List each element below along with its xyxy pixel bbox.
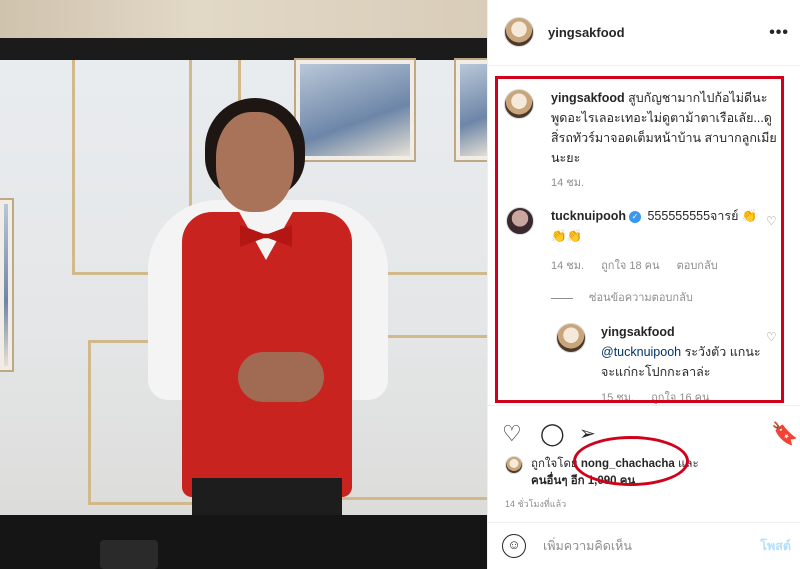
wall-picture — [456, 60, 487, 160]
wall-picture — [296, 60, 414, 160]
post-comment-button[interactable]: โพสต์ — [760, 536, 791, 556]
add-comment-bar: ☺ เพิ่มความคิดเห็น โพสต์ — [488, 522, 800, 569]
emoji-icon[interactable]: ☺ — [502, 534, 526, 558]
highlight-ellipse — [573, 436, 689, 486]
post-photo — [0, 0, 487, 569]
tv-bezel — [0, 38, 487, 60]
bookmark-icon[interactable]: 🔖 — [771, 421, 798, 447]
highlight-box — [495, 76, 784, 403]
remote-control — [100, 540, 158, 569]
tv-bottom-bezel — [0, 515, 487, 569]
person-face — [216, 112, 294, 212]
person-pants — [192, 478, 342, 518]
likes-prefix: ถูกใจโดย — [531, 458, 578, 470]
more-icon[interactable]: ••• — [769, 24, 789, 42]
liker-avatar[interactable] — [505, 456, 523, 474]
post-header: yingsakfood ••• — [488, 0, 800, 66]
author-username[interactable]: yingsakfood — [548, 25, 625, 40]
post-time-ago[interactable]: 14 ชั่วโมงที่แล้ว — [505, 497, 566, 511]
add-comment-input[interactable]: เพิ่มความคิดเห็น — [543, 536, 632, 556]
comment-bubble-icon[interactable]: ◯ — [540, 421, 565, 447]
person-hands — [238, 352, 324, 402]
like-heart-icon[interactable]: ♡ — [502, 421, 522, 447]
wall-picture — [0, 200, 12, 370]
tv-top-background — [0, 0, 487, 38]
author-avatar[interactable] — [504, 17, 534, 47]
